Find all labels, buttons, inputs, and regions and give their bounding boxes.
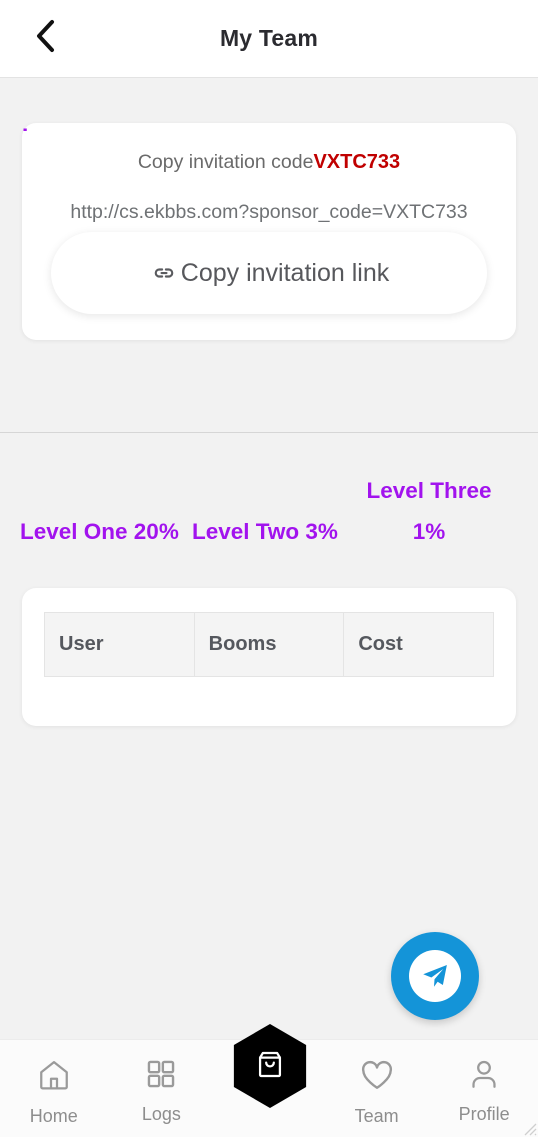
invitation-card: Copy invitation codeVXTC733 http://cs.ek…	[22, 123, 516, 340]
column-header-user: User	[44, 612, 195, 677]
column-header-booms: Booms	[193, 612, 345, 677]
nav-label-team: Team	[354, 1106, 399, 1126]
level-two-label[interactable]: Level Two 3%	[192, 511, 338, 552]
nav-label-profile: Profile	[458, 1104, 510, 1124]
invitation-code-value[interactable]: VXTC733	[313, 151, 400, 173]
invitation-url[interactable]: http://cs.ekbbs.com?sponsor_code=VXTC733	[44, 201, 494, 224]
page-title: My Team	[219, 25, 319, 51]
heart-icon	[359, 1057, 395, 1098]
grid-icon	[144, 1057, 178, 1096]
link-icon	[149, 258, 179, 288]
nav-label-logs: Logs	[141, 1104, 181, 1124]
invitation-code-row: Copy invitation codeVXTC733	[44, 151, 494, 174]
telegram-send-icon	[409, 950, 461, 1002]
column-header-cost: Cost	[343, 612, 494, 677]
table-header-row: User Booms Cost	[44, 612, 494, 677]
nav-item-team[interactable]: Team	[323, 1040, 431, 1127]
team-table-card: User Booms Cost	[22, 588, 516, 726]
invitation-code-label: Copy invitation code	[137, 151, 314, 173]
shopping-bag-icon	[253, 1047, 287, 1086]
home-icon	[36, 1057, 72, 1098]
level-four-label-clipped[interactable]: L	[22, 124, 28, 131]
bottom-navigation: Home Logs Team Profile	[0, 1024, 538, 1137]
section-divider	[0, 432, 538, 433]
nav-item-profile[interactable]: Profile	[430, 1040, 538, 1125]
copy-invitation-link-button[interactable]: Copy invitation link	[51, 232, 487, 314]
level-three-label[interactable]: Level Three 1%	[364, 470, 494, 552]
app-root: My Team Copy invitation codeVXTC733 http…	[0, 0, 538, 1137]
levels-row: Level One 20% Level Two 3% Level Three 1…	[0, 470, 538, 554]
nav-label-home: Home	[29, 1106, 78, 1126]
copy-invitation-link-label: Copy invitation link	[180, 258, 390, 287]
nav-item-home[interactable]: Home	[0, 1040, 108, 1127]
resize-grip[interactable]	[519, 1118, 537, 1136]
chevron-left-icon	[34, 19, 56, 58]
shop-center-button[interactable]	[233, 1024, 307, 1108]
person-icon	[467, 1057, 501, 1096]
back-button[interactable]	[26, 20, 64, 58]
level-one-label[interactable]: Level One 20%	[20, 511, 179, 552]
page-header: My Team	[0, 0, 538, 78]
nav-item-logs[interactable]: Logs	[108, 1040, 216, 1125]
telegram-fab-button[interactable]	[391, 932, 479, 1020]
team-table: User Booms Cost	[44, 612, 494, 677]
